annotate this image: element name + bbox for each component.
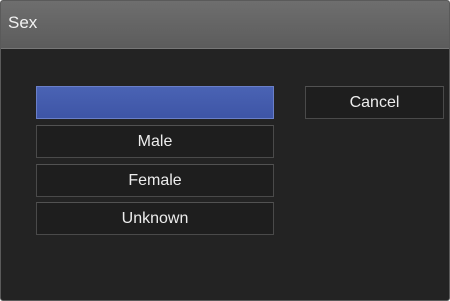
option-unknown[interactable]: Unknown: [36, 202, 274, 235]
option-female[interactable]: Female: [36, 164, 274, 197]
option-male[interactable]: Male: [36, 125, 274, 158]
sex-dialog: Sex Male Female Unknown Cancel: [0, 0, 450, 301]
title-bar: Sex: [1, 1, 449, 49]
cancel-button[interactable]: Cancel: [305, 86, 444, 119]
option-selected-blank[interactable]: [36, 86, 274, 119]
dialog-title: Sex: [8, 13, 38, 32]
